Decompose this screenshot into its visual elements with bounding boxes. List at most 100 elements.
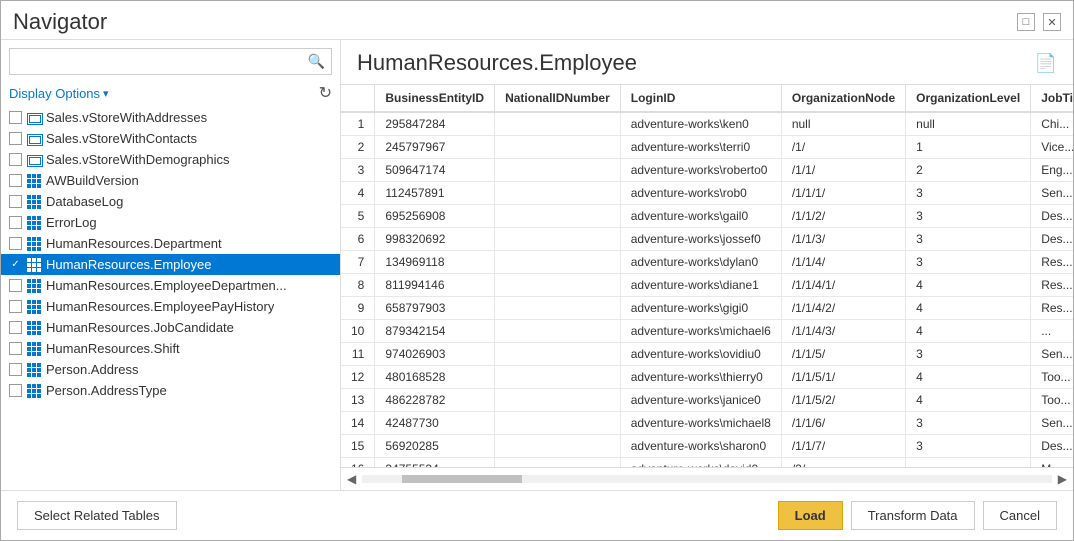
refresh-button[interactable]: ↻ — [319, 83, 332, 103]
data-table-container[interactable]: BusinessEntityIDNationalIDNumberLoginIDO… — [341, 84, 1073, 467]
window-controls: □ ✕ — [1017, 13, 1061, 31]
list-item[interactable]: DatabaseLog — [1, 191, 340, 212]
item-checkbox[interactable] — [9, 153, 22, 166]
item-checkbox[interactable] — [9, 132, 22, 145]
display-options-label[interactable]: Display Options ▾ — [9, 86, 109, 101]
table-row: 4112457891adventure-works\rob0/1/1/1/3Se… — [341, 182, 1073, 205]
cell-businessentityid: 42487730 — [375, 412, 495, 435]
col-header-nationalidnumber: NationalIDNumber — [495, 85, 621, 112]
item-checkbox[interactable] — [9, 216, 22, 229]
item-checkbox[interactable] — [9, 174, 22, 187]
search-button[interactable]: 🔍 — [302, 49, 331, 74]
cell-organizationnode: /1/1/5/ — [781, 343, 905, 366]
cell-loginid: adventure-works\janice0 — [620, 389, 781, 412]
item-label: Person.Address — [46, 362, 139, 377]
search-input[interactable] — [10, 50, 302, 73]
cell-organizationnode: /1/1/7/ — [781, 435, 905, 458]
scroll-right-button[interactable]: ▶ — [1052, 470, 1073, 488]
table-icon — [26, 174, 42, 188]
item-checkbox[interactable] — [9, 258, 22, 271]
cell-businessentityid: 811994146 — [375, 274, 495, 297]
cell-organizationnode: /1/1/4/1/ — [781, 274, 905, 297]
cell-organizationnode: /1/1/4/3/ — [781, 320, 905, 343]
item-checkbox[interactable] — [9, 111, 22, 124]
cell-loginid: adventure-works\terri0 — [620, 136, 781, 159]
chevron-down-icon: ▾ — [103, 87, 109, 100]
cell-organizationnode: null — [781, 112, 905, 136]
cell-nationalidnumber — [495, 112, 621, 136]
item-label: HumanResources.Employee — [46, 257, 211, 272]
list-item[interactable]: HumanResources.Shift — [1, 338, 340, 359]
cancel-button[interactable]: Cancel — [983, 501, 1057, 530]
item-label: DatabaseLog — [46, 194, 123, 209]
item-label: Sales.vStoreWithContacts — [46, 131, 197, 146]
load-button[interactable]: Load — [778, 501, 843, 530]
cell-businessentityid: 245797967 — [375, 136, 495, 159]
list-item[interactable]: Sales.vStoreWithDemographics — [1, 149, 340, 170]
list-item[interactable]: HumanResources.Department — [1, 233, 340, 254]
cell-nationalidnumber — [495, 343, 621, 366]
select-related-button[interactable]: Select Related Tables — [17, 501, 177, 530]
cell-organizationnode: /1/1/6/ — [781, 412, 905, 435]
list-item[interactable]: HumanResources.JobCandidate — [1, 317, 340, 338]
item-checkbox[interactable] — [9, 195, 22, 208]
table-row: 2245797967adventure-works\terri0/1/1Vice… — [341, 136, 1073, 159]
cell-nationalidnumber — [495, 389, 621, 412]
cell-organizationlevel: 4 — [906, 320, 1031, 343]
table-row: 7134969118adventure-works\dylan0/1/1/4/3… — [341, 251, 1073, 274]
table-list: Sales.vStoreWithAddresses Sales.vStoreWit… — [1, 107, 340, 490]
item-checkbox[interactable] — [9, 321, 22, 334]
cell-jobtitle: ... — [1031, 320, 1073, 343]
minimize-button[interactable]: □ — [1017, 13, 1035, 31]
col-header-jobtitle: JobTitl... — [1031, 85, 1073, 112]
list-item[interactable]: Sales.vStoreWithContacts — [1, 128, 340, 149]
cell-nationalidnumber — [495, 435, 621, 458]
cell-nationalidnumber — [495, 182, 621, 205]
item-checkbox[interactable] — [9, 342, 22, 355]
row-num: 3 — [341, 159, 375, 182]
cell-jobtitle: Res... — [1031, 274, 1073, 297]
cell-loginid: adventure-works\roberto0 — [620, 159, 781, 182]
row-num: 10 — [341, 320, 375, 343]
cell-organizationnode: /1/1/4/ — [781, 251, 905, 274]
item-checkbox[interactable] — [9, 237, 22, 250]
cell-jobtitle: Vice... — [1031, 136, 1073, 159]
list-item[interactable]: Person.Address — [1, 359, 340, 380]
cell-organizationlevel: 4 — [906, 297, 1031, 320]
item-label: HumanResources.EmployeePayHistory — [46, 299, 274, 314]
list-item[interactable]: Sales.vStoreWithAddresses — [1, 107, 340, 128]
cell-organizationnode: /1/ — [781, 136, 905, 159]
cell-businessentityid: 34755534 — [375, 458, 495, 468]
preview-header: HumanResources.Employee 📄 — [341, 40, 1073, 84]
h-scroll-track[interactable] — [362, 475, 1052, 483]
h-scroll-thumb — [402, 475, 522, 483]
list-item[interactable]: AWBuildVersion — [1, 170, 340, 191]
row-num: 9 — [341, 297, 375, 320]
table-row: 12480168528adventure-works\thierry0/1/1/… — [341, 366, 1073, 389]
row-num: 1 — [341, 112, 375, 136]
scroll-left-button[interactable]: ◀ — [341, 470, 362, 488]
list-item[interactable]: HumanResources.Employee — [1, 254, 340, 275]
item-checkbox[interactable] — [9, 279, 22, 292]
list-item[interactable]: Person.AddressType — [1, 380, 340, 401]
row-num: 6 — [341, 228, 375, 251]
export-icon-button[interactable]: 📄 — [1035, 53, 1057, 74]
item-checkbox[interactable] — [9, 363, 22, 376]
item-checkbox[interactable] — [9, 300, 22, 313]
cell-jobtitle: M... — [1031, 458, 1073, 468]
right-panel: HumanResources.Employee 📄 BusinessEntity… — [341, 40, 1073, 490]
list-item[interactable]: HumanResources.EmployeePayHistory — [1, 296, 340, 317]
table-row: 11974026903adventure-works\ovidiu0/1/1/5… — [341, 343, 1073, 366]
transform-data-button[interactable]: Transform Data — [851, 501, 975, 530]
cell-nationalidnumber — [495, 366, 621, 389]
list-item[interactable]: HumanResources.EmployeeDepartmen... — [1, 275, 340, 296]
row-num: 2 — [341, 136, 375, 159]
item-checkbox[interactable] — [9, 384, 22, 397]
table-row: 13486228782adventure-works\janice0/1/1/5… — [341, 389, 1073, 412]
cell-jobtitle: Chi... — [1031, 112, 1073, 136]
cell-businessentityid: 974026903 — [375, 343, 495, 366]
close-button[interactable]: ✕ — [1043, 13, 1061, 31]
cell-jobtitle: Res... — [1031, 297, 1073, 320]
row-num: 15 — [341, 435, 375, 458]
list-item[interactable]: ErrorLog — [1, 212, 340, 233]
